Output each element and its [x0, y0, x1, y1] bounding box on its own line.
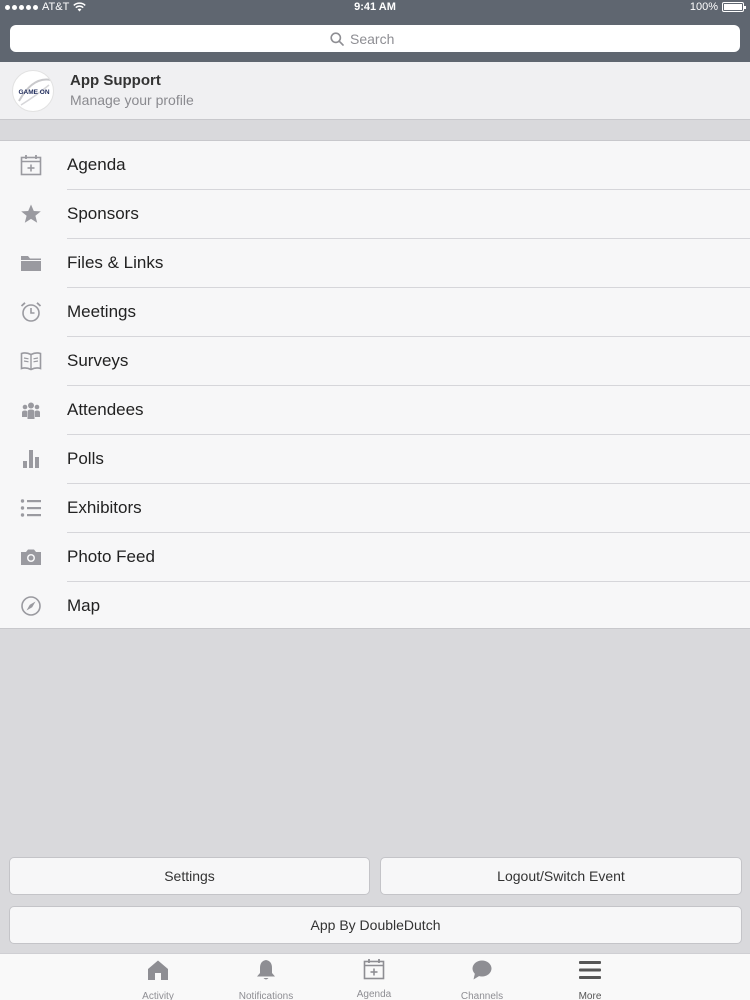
game-on-logo: GAME ON: [18, 78, 52, 106]
compass-icon: [19, 594, 43, 618]
menu-item-label: Files & Links: [67, 253, 164, 272]
menu-item-photo-feed[interactable]: Photo Feed: [0, 533, 750, 582]
app-by-doubledutch-button[interactable]: App By DoubleDutch: [9, 906, 742, 944]
avatar: GAME ON: [12, 70, 54, 112]
home-icon: [146, 958, 170, 982]
menu-item-surveys[interactable]: Surveys: [0, 337, 750, 386]
people-icon: [19, 398, 43, 422]
menu-item-label: Meetings: [67, 302, 136, 321]
menu-item-label: Polls: [67, 449, 104, 468]
battery-info: 100%: [689, 1, 746, 13]
camera-icon: [19, 545, 43, 569]
menu-item-meetings[interactable]: Meetings: [0, 288, 750, 337]
tab-notifications[interactable]: Notifications: [212, 958, 320, 1000]
status-bar: AT&T 9:41 AM 100%: [0, 0, 750, 16]
tab-more[interactable]: More: [536, 958, 644, 1000]
tab-agenda[interactable]: Agenda: [320, 958, 428, 1000]
tab-label: Notifications: [238, 991, 294, 1000]
profile-title: App Support: [70, 72, 161, 89]
bell-icon: [254, 958, 278, 982]
folder-icon: [19, 251, 43, 275]
profile-subtitle: Manage your profile: [70, 92, 194, 108]
calendar-icon: [19, 153, 43, 177]
settings-button[interactable]: Settings: [9, 857, 370, 895]
logout-switch-event-button[interactable]: Logout/Switch Event: [380, 857, 742, 895]
tab-activity[interactable]: Activity: [104, 958, 212, 1000]
tab-label: Activity: [142, 991, 174, 1000]
menu-icon: [578, 958, 602, 982]
tab-bar: Activity Notifications Agenda Channels M…: [0, 953, 750, 1000]
status-time: 9:41 AM: [354, 1, 396, 13]
tab-label: Channels: [460, 991, 504, 1000]
menu-item-polls[interactable]: Polls: [0, 435, 750, 484]
menu-item-agenda[interactable]: Agenda: [0, 141, 750, 190]
tab-channels[interactable]: Channels: [428, 958, 536, 1000]
menu-item-label: Map: [67, 596, 101, 615]
tab-label: Agenda: [356, 989, 392, 1000]
menu-item-sponsors[interactable]: Sponsors: [0, 190, 750, 239]
menu-item-label: Agenda: [67, 155, 126, 174]
menu-item-label: Attendees: [67, 400, 144, 419]
search-bar[interactable]: [10, 25, 740, 52]
search-icon: [330, 31, 344, 46]
menu-item-files-links[interactable]: Files & Links: [0, 239, 750, 288]
profile-row[interactable]: GAME ON App Support Manage your profile: [0, 62, 750, 120]
bar-chart-icon: [19, 447, 43, 471]
list-icon: [19, 496, 43, 520]
top-header: AT&T 9:41 AM 100%: [0, 0, 750, 62]
more-menu-list: Agenda Sponsors Files & Links Meetings S…: [0, 140, 750, 629]
menu-item-label: Exhibitors: [67, 498, 142, 517]
menu-item-attendees[interactable]: Attendees: [0, 386, 750, 435]
menu-item-exhibitors[interactable]: Exhibitors: [0, 484, 750, 533]
search-input[interactable]: [350, 30, 420, 47]
battery-percent: 100%: [689, 1, 718, 13]
svg-text:GAME ON: GAME ON: [18, 89, 49, 96]
tab-label: More: [578, 991, 602, 1000]
menu-item-label: Photo Feed: [67, 547, 155, 566]
menu-item-map[interactable]: Map: [0, 582, 750, 631]
star-icon: [19, 202, 43, 226]
chat-bubble-icon: [470, 958, 494, 982]
alarm-clock-icon: [19, 300, 43, 324]
open-book-icon: [19, 349, 43, 373]
menu-item-label: Surveys: [67, 351, 129, 370]
menu-item-label: Sponsors: [67, 204, 139, 223]
calendar-icon: [362, 958, 386, 980]
battery-icon: [722, 2, 746, 12]
